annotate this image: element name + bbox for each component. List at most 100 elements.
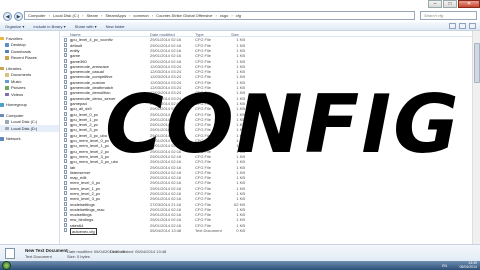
file-icon (64, 64, 67, 69)
file-icon (64, 85, 67, 90)
nav-local-disk-d[interactable]: Local Disk (D:) (0, 125, 59, 132)
file-date: 05/04/2014 13:48 (150, 228, 182, 234)
file-icon (64, 101, 67, 106)
file-icon (64, 58, 67, 63)
navigation-pane: Favorites Desktop Downloads Recent Place… (0, 31, 60, 244)
documents-icon (5, 73, 9, 77)
selected-file-size: Size: 0 bytes (67, 254, 90, 259)
file-icon (64, 201, 67, 206)
view-controls (446, 23, 476, 29)
file-icon (64, 106, 67, 111)
minimize-button[interactable]: – (428, 0, 442, 8)
file-icon (64, 185, 67, 190)
taskbar: EN 13:49 05/04/2014 (0, 261, 480, 270)
file-icon (64, 95, 67, 100)
nav-network[interactable]: Network (0, 136, 59, 143)
breadcrumb-common[interactable]: common (133, 13, 148, 18)
vertical-scrollbar[interactable] (472, 31, 480, 244)
nav-videos[interactable]: Videos (0, 91, 59, 98)
file-icon (64, 117, 67, 122)
videos-icon (5, 92, 9, 96)
file-icon (64, 148, 67, 153)
file-icon (64, 42, 67, 47)
breadcrumb-csgo[interactable]: csgo (220, 13, 228, 18)
breadcrumb-computer[interactable]: Computer (28, 13, 46, 18)
navigation-row: ◀ ▶ Computer › Local Disk (C:) › Steam › St… (0, 10, 480, 22)
organize-menu[interactable]: Organize ▾ (5, 24, 24, 29)
file-icon (64, 138, 67, 143)
search-input[interactable]: Search cfg (420, 11, 477, 20)
file-icon (64, 48, 67, 53)
file-icon (64, 207, 67, 212)
drive-icon (5, 120, 9, 124)
recent-places-icon (5, 56, 9, 60)
language-indicator[interactable]: EN (442, 264, 447, 268)
file-icon (64, 180, 67, 185)
file-icon (64, 132, 67, 137)
clock[interactable]: 13:49 05/04/2014 (459, 261, 477, 269)
forward-arrow-icon[interactable]: ▶ (14, 11, 23, 21)
view-options-icon[interactable] (449, 23, 456, 29)
file-icon (64, 196, 67, 201)
nav-recent-places[interactable]: Recent Places (0, 55, 59, 62)
start-button[interactable] (2, 261, 11, 270)
breadcrumb-csgo-game[interactable]: Counter-Strike Global Offensive (156, 13, 212, 18)
drive-icon (5, 126, 9, 130)
command-bar: Organize ▾ Include in library ▾ Share wi… (0, 22, 480, 31)
file-icon (64, 79, 67, 84)
address-bar[interactable]: Computer › Local Disk (C:) › Steam › SteamA… (24, 11, 415, 20)
window-controls: – □ ✕ (427, 0, 480, 8)
file-icon (64, 228, 67, 233)
computer-icon (0, 113, 4, 117)
file-icon (64, 53, 67, 58)
selected-file-created: Date created: 05/04/2014 13:48 (110, 248, 167, 254)
file-icon (64, 90, 67, 95)
desktop-icon (5, 43, 9, 47)
file-icon (64, 191, 67, 196)
breadcrumb-steamapps[interactable]: SteamApps (105, 13, 126, 18)
file-icon (64, 170, 67, 175)
rename-input[interactable]: autoexec.cfg (70, 227, 97, 235)
file-icon (64, 143, 67, 148)
maximize-button[interactable]: □ (443, 0, 457, 8)
file-type: Text Document (195, 228, 222, 234)
title-bar: – □ ✕ (0, 0, 480, 10)
file-icon (64, 37, 67, 42)
file-icon (64, 74, 67, 79)
new-folder-button[interactable]: New folder (106, 24, 125, 29)
file-icon (64, 127, 67, 132)
star-icon (0, 36, 4, 40)
clock-date: 05/04/2014 (459, 264, 477, 269)
file-icon (64, 154, 67, 159)
nav-homegroup[interactable]: Homegroup (0, 102, 59, 109)
pictures-icon (5, 86, 9, 90)
breadcrumb-local-disk[interactable]: Local Disk (C:) (53, 13, 79, 18)
help-icon[interactable] (469, 23, 476, 29)
include-in-library-menu[interactable]: Include in library ▾ (33, 24, 65, 29)
close-button[interactable]: ✕ (458, 0, 480, 8)
file-icon (64, 212, 67, 217)
file-icon (64, 159, 67, 164)
file-icon (64, 217, 67, 222)
music-icon (5, 79, 9, 83)
share-with-menu[interactable]: Share with ▾ (75, 24, 97, 29)
text-document-icon (5, 248, 15, 259)
file-size: 0 KB (236, 228, 245, 234)
homegroup-icon (0, 103, 4, 107)
file-icon (64, 164, 67, 169)
file-row-renaming[interactable]: autoexec.cfg 05/04/2014 13:48 Text Documen… (61, 227, 471, 235)
breadcrumb-cfg[interactable]: cfg (236, 13, 241, 18)
selected-file-type: Text Document (25, 254, 52, 259)
file-icon (64, 69, 67, 74)
config-overlay-text: CONFIG (105, 78, 461, 171)
file-icon (64, 122, 67, 127)
file-icon (64, 111, 67, 116)
file-icon (64, 222, 67, 227)
scrollbar-thumb[interactable] (474, 43, 480, 83)
preview-pane-icon[interactable] (459, 23, 466, 29)
network-icon (0, 137, 4, 141)
breadcrumb-steam[interactable]: Steam (86, 13, 98, 18)
downloads-icon (5, 49, 9, 53)
back-arrow-icon[interactable]: ◀ (3, 11, 12, 21)
details-pane: New Text Document Date modified: 05/04/2… (0, 244, 480, 261)
